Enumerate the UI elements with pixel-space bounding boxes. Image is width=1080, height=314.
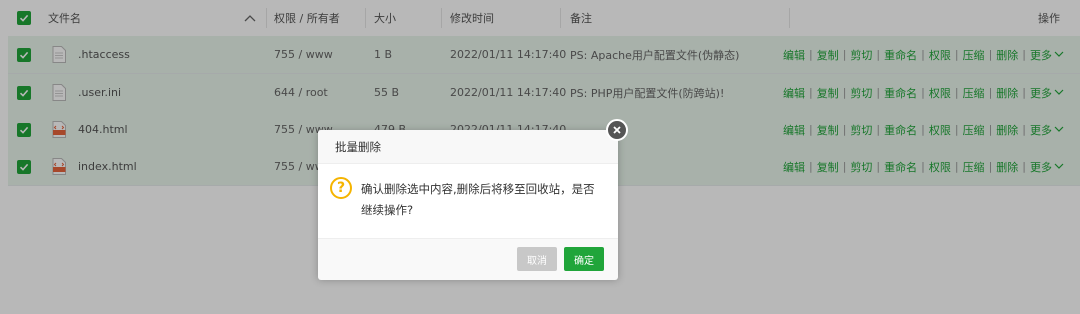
cancel-button[interactable]: 取消 [517,247,557,271]
dialog-footer: 取消 确定 [318,238,618,280]
dialog-title: 批量删除 [318,130,618,164]
confirm-button[interactable]: 确定 [564,247,604,271]
batch-delete-dialog: 批量删除 ? 确认删除选中内容,删除后将移至回收站，是否继续操作? 取消 确定 [318,130,618,280]
question-icon: ? [330,177,352,199]
close-icon[interactable] [606,119,628,141]
dialog-message: 确认删除选中内容,删除后将移至回收站，是否继续操作? [361,182,595,217]
